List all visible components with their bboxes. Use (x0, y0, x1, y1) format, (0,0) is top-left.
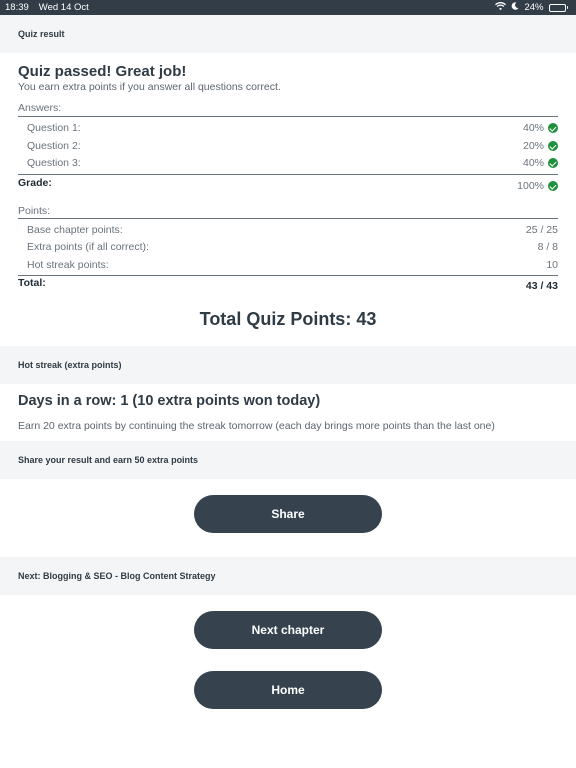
share-section-header: Share your result and earn 50 extra poin… (0, 441, 576, 479)
points-row-value: 10 (546, 259, 558, 271)
status-bar: 18:39 Wed 14 Oct 24% (0, 0, 576, 15)
share-label: Share your result and earn 50 extra poin… (18, 455, 199, 465)
wifi-icon (495, 2, 507, 13)
battery-icon (548, 3, 568, 12)
answer-value: 40% (522, 157, 544, 169)
total-value: 43 / 43 (525, 280, 558, 292)
points-row-value: 25 / 25 (525, 224, 558, 236)
points-row-label: Base chapter points: (27, 224, 123, 236)
share-button[interactable]: Share (194, 495, 382, 533)
streak-description: Earn 20 extra points by continuing the s… (18, 420, 495, 432)
quiz-subheading: You earn extra points if you answer all … (18, 81, 281, 93)
total-row: Total: 43 / 43 (18, 277, 558, 297)
status-date: Wed 14 Oct (38, 2, 89, 13)
next-chapter-label: Next: Blogging & SEO - Blog Content Stra… (18, 571, 216, 581)
home-button[interactable]: Home (194, 671, 382, 709)
answer-label: Question 1: (27, 122, 81, 134)
check-circle-icon (548, 158, 558, 168)
answer-row: Question 3: 40% (27, 155, 558, 171)
answers-label: Answers: (18, 102, 62, 114)
points-label: Points: (18, 205, 51, 217)
check-circle-icon (548, 141, 558, 151)
grade-divider (18, 174, 558, 175)
points-row: Extra points (if all correct): 8 / 8 (27, 239, 558, 255)
grade-label: Grade: (18, 177, 52, 189)
quiz-result-section-header: Quiz result (0, 15, 576, 53)
quiz-result-label: Quiz result (18, 29, 65, 39)
grade-value: 100% (517, 180, 544, 192)
answer-row: Question 1: 40% (27, 120, 558, 136)
total-label: Total: (18, 277, 46, 289)
battery-percent: 24% (524, 2, 544, 13)
points-row: Base chapter points: 25 / 25 (27, 222, 558, 238)
points-row: Hot streak points: 10 (27, 257, 558, 273)
total-divider (18, 275, 558, 276)
hot-streak-label: Hot streak (extra points) (18, 360, 122, 370)
status-time: 18:39 (5, 2, 29, 13)
total-quiz-points: Total Quiz Points: 43 (199, 309, 377, 329)
answer-label: Question 2: (27, 140, 81, 152)
moon-icon (511, 2, 519, 13)
answers-divider (18, 116, 558, 117)
answer-value: 20% (522, 140, 544, 152)
points-row-value: 8 / 8 (537, 241, 558, 253)
points-row-label: Extra points (if all correct): (27, 241, 149, 253)
quiz-heading: Quiz passed! Great job! (18, 63, 187, 80)
next-section-header: Next: Blogging & SEO - Blog Content Stra… (0, 557, 576, 595)
streak-heading: Days in a row: 1 (10 extra points won to… (18, 393, 321, 409)
check-circle-icon (548, 123, 558, 133)
answer-label: Question 3: (27, 157, 81, 169)
hot-streak-section-header: Hot streak (extra points) (0, 346, 576, 384)
points-divider (18, 218, 558, 219)
check-circle-icon (548, 181, 558, 191)
points-row-label: Hot streak points: (27, 259, 109, 271)
next-chapter-button[interactable]: Next chapter (194, 611, 382, 649)
answer-row: Question 2: 20% (27, 138, 558, 154)
answer-value: 40% (522, 122, 544, 134)
grade-row: Grade: 100% (18, 177, 558, 197)
